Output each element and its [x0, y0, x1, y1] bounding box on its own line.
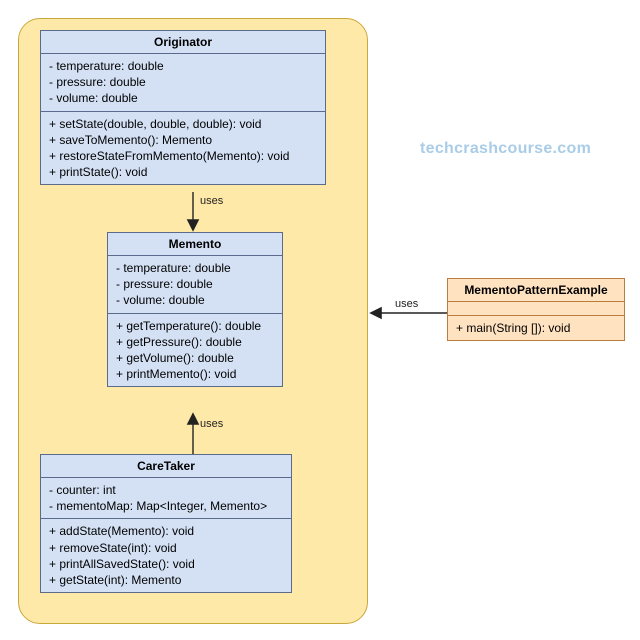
class-title: MementoPatternExample: [448, 279, 624, 302]
fields-section: - temperature: double - pressure: double…: [108, 256, 282, 314]
methods-section: + main(String []): void: [448, 316, 624, 340]
methods-section: + setState(double, double, double): void…: [41, 112, 325, 185]
methods-section: + getTemperature(): double + getPressure…: [108, 314, 282, 387]
method: + printMemento(): void: [116, 366, 274, 382]
uses-label: uses: [200, 195, 223, 207]
field: - volume: double: [49, 90, 317, 106]
method: + getTemperature(): double: [116, 318, 274, 334]
field: - volume: double: [116, 292, 274, 308]
uses-label: uses: [395, 298, 418, 310]
field: - mementoMap: Map<Integer, Memento>: [49, 498, 283, 514]
field: - pressure: double: [49, 74, 317, 90]
uses-label: uses: [200, 418, 223, 430]
method: + getPressure(): double: [116, 334, 274, 350]
field: - counter: int: [49, 482, 283, 498]
method: + saveToMemento(): Memento: [49, 132, 317, 148]
methods-section: + addState(Memento): void + removeState(…: [41, 519, 291, 592]
class-originator: Originator - temperature: double - press…: [40, 30, 326, 185]
class-title: Memento: [108, 233, 282, 256]
fields-section: [448, 302, 624, 316]
class-memento: Memento - temperature: double - pressure…: [107, 232, 283, 387]
fields-section: - temperature: double - pressure: double…: [41, 54, 325, 112]
method: + removeState(int): void: [49, 540, 283, 556]
method: + getState(int): Memento: [49, 572, 283, 588]
class-title: Originator: [41, 31, 325, 54]
watermark: techcrashcourse.com: [420, 140, 591, 158]
field: - pressure: double: [116, 276, 274, 292]
method: + main(String []): void: [456, 320, 616, 336]
method: + restoreStateFromMemento(Memento): void: [49, 148, 317, 164]
method: + addState(Memento): void: [49, 523, 283, 539]
method: + printState(): void: [49, 164, 317, 180]
method: + printAllSavedState(): void: [49, 556, 283, 572]
method: + getVolume(): double: [116, 350, 274, 366]
fields-section: - counter: int - mementoMap: Map<Integer…: [41, 478, 291, 519]
method: + setState(double, double, double): void: [49, 116, 317, 132]
class-example: MementoPatternExample + main(String []):…: [447, 278, 625, 341]
field: - temperature: double: [49, 58, 317, 74]
class-caretaker: CareTaker - counter: int - mementoMap: M…: [40, 454, 292, 593]
class-title: CareTaker: [41, 455, 291, 478]
field: - temperature: double: [116, 260, 274, 276]
